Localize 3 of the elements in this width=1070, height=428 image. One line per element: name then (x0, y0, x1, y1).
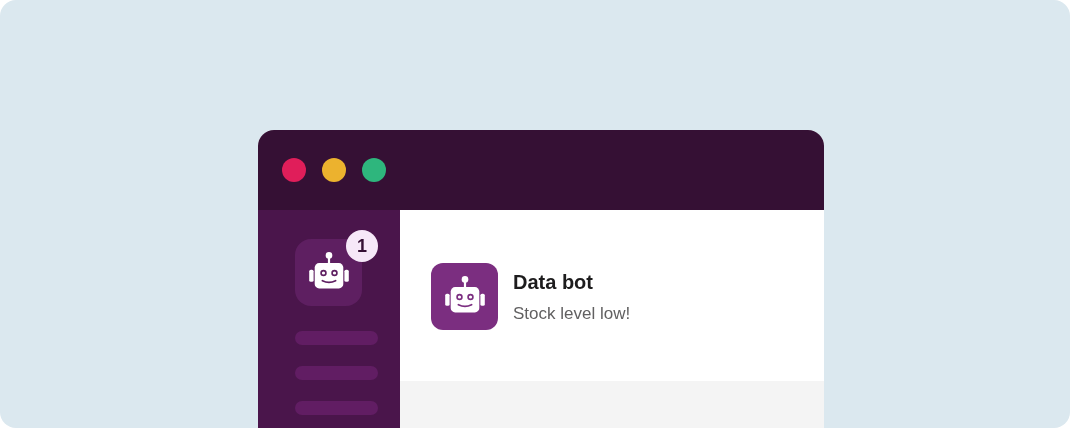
bot-name: Data bot (513, 269, 594, 295)
notification-badge: 1 (346, 230, 378, 262)
notification-message: Stock level low! (513, 302, 631, 325)
